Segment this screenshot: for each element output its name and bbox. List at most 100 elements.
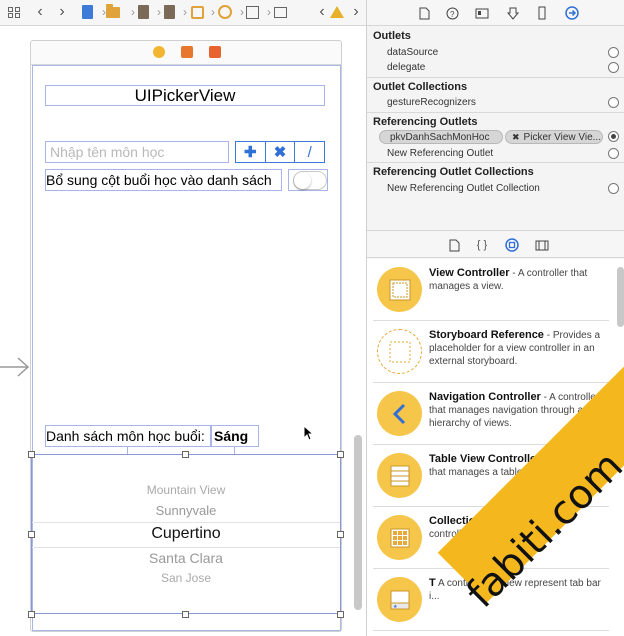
back-chevron-icon[interactable]: ‹ — [33, 3, 47, 20]
new-referencing-outlet-row: New Referencing Outlet — [387, 148, 494, 159]
connection-circle[interactable] — [608, 62, 619, 73]
mouse-pointer-icon — [303, 425, 315, 441]
collection-view-controller-icon — [377, 515, 422, 560]
referencing-outlet-pill[interactable]: pkvDanhSachMonHoc — [379, 130, 503, 144]
connection-circle-filled[interactable] — [608, 131, 619, 142]
connection-circle[interactable] — [608, 97, 619, 108]
outlet-collections-section: Outlet Collections gestureRecognizers — [367, 78, 624, 113]
picker-view[interactable]: Mountain View Sunnyvale Cupertino Santa … — [31, 454, 341, 614]
table-view-controller-icon — [377, 453, 422, 498]
picker-view-icon[interactable] — [273, 5, 287, 19]
quick-help-icon[interactable]: ? — [445, 6, 459, 20]
library-item-name: Navigation Controller — [429, 391, 541, 403]
connection-circle[interactable] — [608, 183, 619, 194]
referencing-outlets-section: Referencing Outlets pkvDanhSachMonHoc ✖ … — [367, 113, 624, 163]
connection-circle[interactable] — [608, 47, 619, 58]
library-item-text: View Controller - A controller that mana… — [429, 267, 609, 293]
subject-name-input[interactable]: Nhập tên môn học — [45, 141, 229, 163]
connections-inspector-icon[interactable] — [565, 6, 579, 20]
forward-chevron-icon[interactable]: › — [55, 3, 69, 20]
canvas-scrollbar[interactable] — [354, 435, 362, 610]
picker-selection-line — [32, 547, 340, 548]
attributes-inspector-icon[interactable] — [506, 6, 520, 20]
picker-selected-row: Cupertino — [151, 525, 221, 542]
scene-icon[interactable] — [190, 5, 204, 19]
referencing-collections-section: Referencing Outlet Collections New Refer… — [367, 163, 624, 230]
resize-handle[interactable] — [337, 611, 344, 618]
edit-button[interactable]: / — [295, 142, 324, 162]
action-segmented-control[interactable]: ✚ ✖ / — [235, 141, 325, 163]
resize-handle[interactable] — [28, 611, 35, 618]
outlet-collection-row: gestureRecognizers — [387, 97, 476, 108]
exit-icon[interactable] — [209, 46, 221, 58]
resize-handle[interactable] — [182, 611, 189, 618]
outlets-title: Outlets — [373, 30, 411, 42]
scene-dock — [31, 41, 341, 65]
code-snippet-library-icon[interactable]: { } — [475, 238, 489, 252]
project-file-icon[interactable] — [80, 5, 94, 19]
new-referencing-collection-row: New Referencing Outlet Collection — [387, 183, 540, 194]
object-library-icon[interactable] — [505, 238, 519, 252]
picker-selection-line — [32, 522, 340, 523]
library-item-name: Storyboard Reference — [429, 329, 544, 341]
view-controller-icon[interactable] — [218, 5, 232, 19]
first-responder-icon[interactable] — [181, 46, 193, 58]
file-template-library-icon[interactable] — [447, 238, 461, 252]
storyboard-base-icon[interactable] — [162, 5, 176, 19]
jump-bar: ‹ › › › › › › › › ‹ › — [0, 0, 366, 26]
resize-handle[interactable] — [28, 531, 35, 538]
add-button[interactable]: ✚ — [236, 142, 266, 162]
page-title-label[interactable]: UIPickerView — [45, 85, 325, 106]
outlet-row: delegate — [387, 62, 426, 73]
view-controller-dock-icon[interactable] — [153, 46, 165, 58]
size-inspector-icon[interactable] — [535, 6, 549, 20]
storyboard-file-icon[interactable] — [136, 5, 150, 19]
session-value-label[interactable]: Sáng — [211, 425, 259, 447]
connection-circle[interactable] — [608, 148, 619, 159]
view-icon[interactable] — [245, 5, 259, 19]
library-item-name: Table View Controller — [429, 453, 541, 465]
file-inspector-icon[interactable] — [417, 6, 431, 20]
referencing-target-label: Picker View Vie... — [523, 131, 601, 143]
switch-track — [293, 171, 327, 190]
referencing-target-pill[interactable]: ✖ Picker View Vie... — [505, 130, 603, 144]
svg-text:?: ? — [450, 10, 455, 19]
referencing-outlets-title: Referencing Outlets — [373, 116, 478, 128]
warning-icon[interactable] — [330, 5, 344, 19]
library-scrollbar[interactable] — [617, 267, 624, 327]
disconnect-icon[interactable]: ✖ — [512, 132, 520, 143]
initial-view-controller-arrow-icon — [0, 357, 30, 377]
resize-handle[interactable] — [182, 451, 189, 458]
related-items-icon[interactable] — [7, 5, 21, 19]
library-item-storyboard-reference[interactable]: Storyboard Reference - Provides a placeh… — [373, 321, 609, 383]
picker-row: San Jose — [160, 571, 212, 585]
previous-issue-icon[interactable]: ‹ — [315, 3, 329, 20]
view-controller-icon — [377, 267, 422, 312]
supplement-label[interactable]: Bổ sung cột buổi học vào danh sách — [45, 169, 282, 191]
resize-handle[interactable] — [337, 531, 344, 538]
library-item-view-controller[interactable]: View Controller - A controller that mana… — [373, 259, 609, 321]
outlet-row: dataSource — [387, 47, 439, 58]
library-tabs: { } — [367, 230, 624, 258]
next-issue-icon[interactable]: › — [349, 3, 363, 20]
folder-icon[interactable] — [106, 3, 120, 19]
library-item-text: Storyboard Reference - Provides a placeh… — [429, 329, 609, 368]
delete-button[interactable]: ✖ — [266, 142, 296, 162]
identity-inspector-icon[interactable] — [475, 6, 489, 20]
picker-row: Santa Clara — [149, 550, 223, 566]
resize-handle[interactable] — [28, 451, 35, 458]
session-label[interactable]: Danh sách môn học buổi: — [45, 425, 211, 447]
switch-knob — [294, 172, 311, 189]
inspector-tabs: ? — [367, 0, 624, 26]
outlet-collections-title: Outlet Collections — [373, 81, 468, 93]
picker-row: Mountain View — [146, 483, 226, 497]
supplement-switch[interactable] — [288, 169, 328, 191]
resize-handle[interactable] — [337, 451, 344, 458]
picker-row: Sunnyvale — [155, 503, 217, 518]
media-library-icon[interactable] — [535, 238, 549, 252]
library-item-name: T — [429, 577, 436, 589]
storyboard-reference-icon — [377, 329, 422, 374]
navigation-controller-icon — [377, 391, 422, 436]
library-item-name: View Controller — [429, 267, 510, 279]
constraint-guide — [234, 447, 235, 454]
